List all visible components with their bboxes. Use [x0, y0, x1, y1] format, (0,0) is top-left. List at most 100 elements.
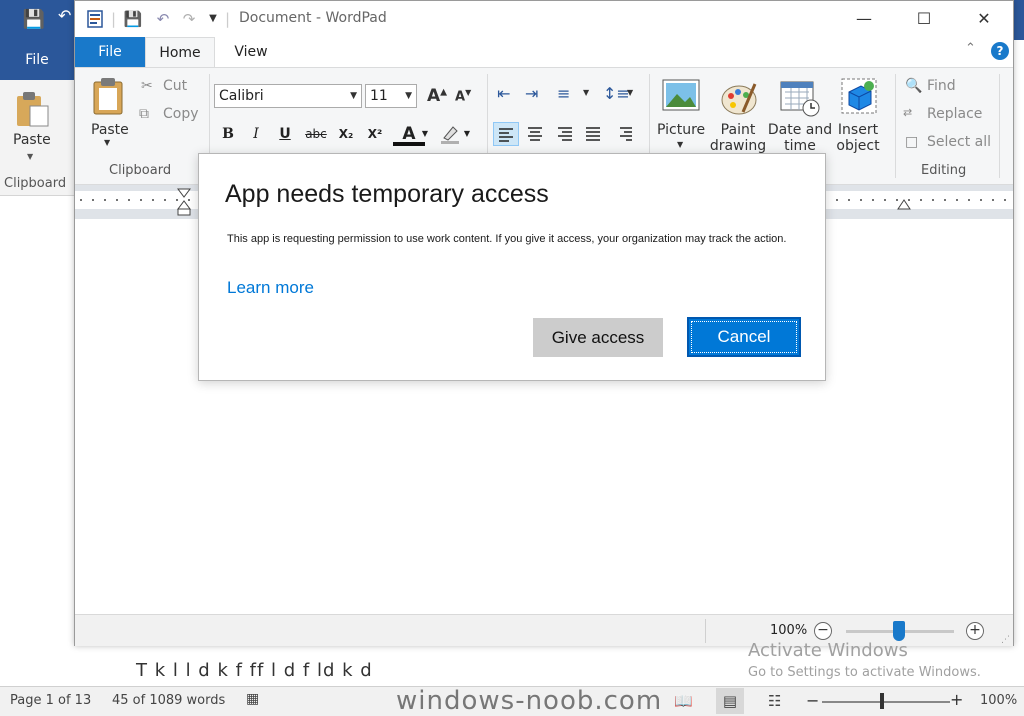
- editing-group-label: Editing: [921, 163, 967, 178]
- paragraph-button[interactable]: [613, 122, 639, 146]
- title-separator: |: [225, 10, 231, 28]
- insert-object-label-line1: Insert: [837, 122, 879, 138]
- cut-button[interactable]: Cut: [163, 78, 187, 94]
- paste-button[interactable]: Paste: [91, 122, 129, 138]
- underline-button[interactable]: U: [272, 122, 298, 146]
- strikethrough-button[interactable]: abc: [303, 122, 329, 146]
- subscript-button[interactable]: X₂: [333, 122, 359, 146]
- help-icon[interactable]: ?: [991, 42, 1009, 60]
- background-clipboard-group-label: Clipboard: [4, 176, 67, 191]
- highlight-icon[interactable]: [439, 123, 461, 145]
- date-time-button[interactable]: Date and time: [767, 122, 833, 154]
- redo-icon[interactable]: ↷: [179, 9, 199, 29]
- select-all-button[interactable]: Select all: [927, 134, 991, 150]
- grow-font-button[interactable]: A▲: [427, 86, 447, 106]
- paint-drawing-icon[interactable]: [719, 78, 759, 118]
- decrease-indent-icon[interactable]: ⇤: [497, 84, 510, 103]
- background-proofing-icon[interactable]: ▦: [246, 691, 259, 707]
- insert-object-button[interactable]: Insert object: [827, 122, 889, 154]
- align-left-icon: [499, 128, 513, 142]
- undo-icon[interactable]: ↶: [153, 9, 173, 29]
- resize-grip-icon[interactable]: ⋰: [1001, 635, 1010, 645]
- line-spacing-dropdown-icon[interactable]: ▼: [627, 88, 633, 97]
- font-family-dropdown-icon[interactable]: ▼: [350, 85, 357, 107]
- select-all-icon[interactable]: □: [905, 134, 918, 150]
- background-file-tab[interactable]: File: [0, 40, 74, 80]
- zoom-in-icon[interactable]: +: [966, 622, 984, 640]
- justify-button[interactable]: [581, 122, 607, 146]
- background-zoom-slider[interactable]: [822, 701, 950, 703]
- background-zoom-in-icon[interactable]: +: [950, 690, 963, 709]
- find-icon[interactable]: 🔍: [905, 78, 922, 94]
- bullets-icon[interactable]: ≡: [557, 84, 570, 103]
- background-paste-icon[interactable]: [14, 90, 50, 128]
- zoom-slider-thumb[interactable]: [893, 621, 905, 641]
- dialog-message: This app is requesting permission to use…: [227, 233, 787, 245]
- paste-icon[interactable]: [91, 76, 127, 116]
- picture-dropdown-icon[interactable]: ▼: [677, 140, 683, 149]
- read-mode-icon[interactable]: 📖: [674, 692, 693, 710]
- collapse-ribbon-icon[interactable]: ⌃: [965, 41, 976, 56]
- right-indent-marker-icon[interactable]: [897, 197, 911, 211]
- shrink-font-button[interactable]: A▼: [455, 88, 471, 104]
- background-zoom-percent[interactable]: 100%: [980, 693, 1017, 708]
- align-right-button[interactable]: [553, 122, 579, 146]
- paint-drawing-button[interactable]: Paint drawing: [705, 122, 771, 154]
- font-family-select[interactable]: Calibri ▼: [214, 84, 362, 108]
- wordpad-titlebar: | 💾 ↶ ↷ ▼ | Document - WordPad — ☐ ✕: [75, 1, 1013, 37]
- wordpad-app-icon[interactable]: [85, 9, 105, 29]
- background-undo-icon[interactable]: ↶: [58, 6, 71, 25]
- superscript-button[interactable]: X²: [362, 122, 388, 146]
- background-paste-label[interactable]: Paste: [13, 132, 51, 148]
- quick-access-separator: |: [111, 10, 117, 28]
- minimize-icon[interactable]: —: [841, 1, 887, 37]
- zoom-percent[interactable]: 100%: [770, 623, 807, 638]
- background-save-icon[interactable]: 💾: [22, 9, 46, 31]
- quick-save-icon[interactable]: 💾: [123, 9, 143, 29]
- increase-indent-icon[interactable]: ⇥: [525, 84, 538, 103]
- replace-icon[interactable]: ⇄: [903, 106, 912, 119]
- line-spacing-icon[interactable]: ↕≡: [603, 84, 630, 103]
- font-size-select[interactable]: 11 ▼: [365, 84, 417, 108]
- tab-file[interactable]: File: [75, 37, 145, 67]
- close-icon[interactable]: ✕: [961, 1, 1007, 37]
- customize-quick-access-icon[interactable]: ▼: [205, 9, 221, 29]
- site-watermark: windows-noob.com: [396, 686, 663, 716]
- background-word-count[interactable]: 45 of 1089 words: [112, 693, 225, 708]
- date-time-icon[interactable]: [779, 78, 821, 118]
- picture-icon[interactable]: [661, 78, 701, 114]
- copy-icon[interactable]: ⧉: [139, 106, 149, 122]
- picture-button[interactable]: Picture: [657, 122, 705, 138]
- background-paste-dropdown-icon[interactable]: ▼: [27, 152, 33, 161]
- cancel-button[interactable]: Cancel: [687, 317, 801, 357]
- tab-view[interactable]: View: [215, 37, 287, 67]
- tab-home[interactable]: Home: [145, 37, 215, 68]
- status-separator: [705, 619, 706, 643]
- window-title: Document - WordPad: [239, 10, 387, 26]
- left-indent-marker-icon[interactable]: [177, 187, 191, 217]
- ribbon-tabs: File Home View ⌃ ?: [75, 37, 1013, 68]
- align-left-button[interactable]: [493, 122, 519, 146]
- zoom-out-icon[interactable]: −: [814, 622, 832, 640]
- insert-object-icon[interactable]: [839, 76, 879, 116]
- italic-button[interactable]: I: [243, 122, 269, 146]
- web-layout-icon[interactable]: ☷: [768, 692, 781, 710]
- align-center-button[interactable]: [523, 122, 549, 146]
- learn-more-link[interactable]: Learn more: [227, 278, 314, 298]
- find-button[interactable]: Find: [927, 78, 956, 94]
- print-layout-icon[interactable]: ▤: [716, 688, 744, 714]
- paste-dropdown-icon[interactable]: ▼: [104, 138, 110, 147]
- background-zoom-thumb[interactable]: [880, 693, 884, 709]
- background-page-count[interactable]: Page 1 of 13: [10, 693, 91, 708]
- cut-icon[interactable]: ✂: [141, 78, 153, 94]
- highlight-dropdown-icon[interactable]: ▼: [461, 122, 473, 146]
- copy-button[interactable]: Copy: [163, 106, 199, 122]
- font-color-dropdown-icon[interactable]: ▼: [419, 122, 431, 146]
- maximize-icon[interactable]: ☐: [901, 1, 947, 37]
- background-zoom-out-icon[interactable]: −: [806, 691, 819, 710]
- font-size-dropdown-icon[interactable]: ▼: [405, 85, 412, 107]
- replace-button[interactable]: Replace: [927, 106, 982, 122]
- give-access-button[interactable]: Give access: [533, 318, 663, 357]
- bold-button[interactable]: B: [215, 122, 241, 146]
- bullets-dropdown-icon[interactable]: ▼: [583, 88, 589, 97]
